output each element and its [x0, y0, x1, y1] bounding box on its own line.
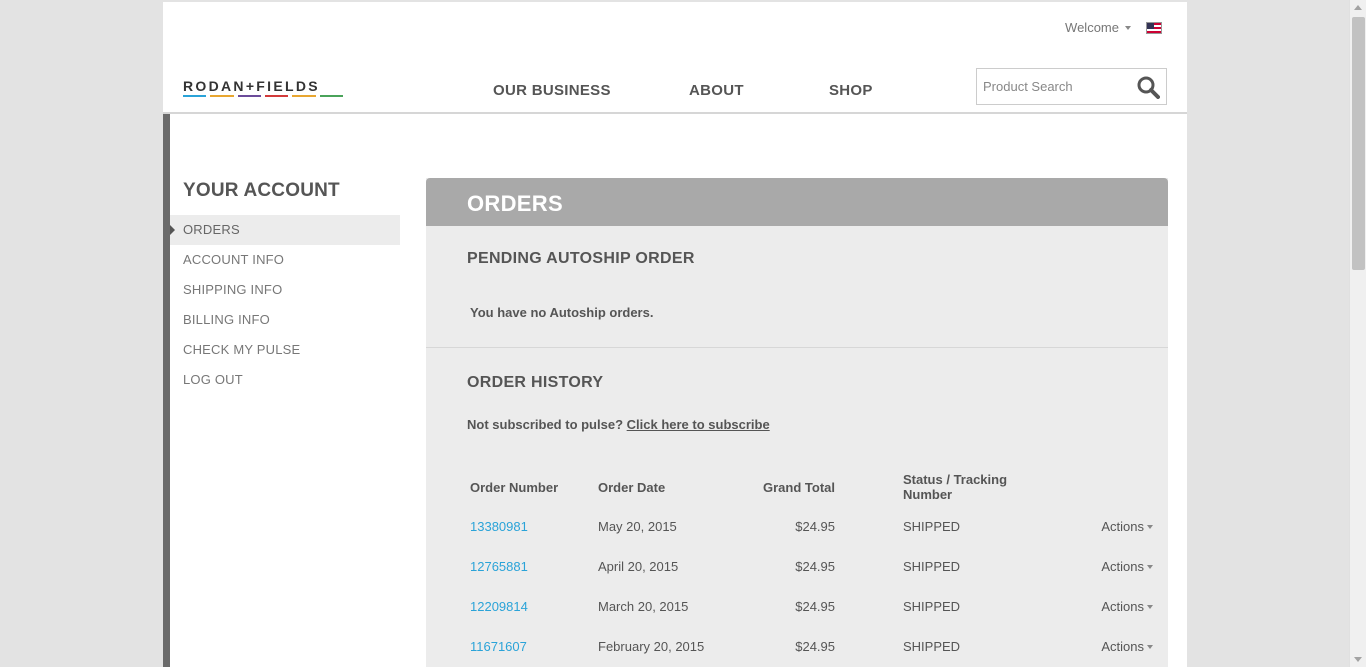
- grand-total-cell: $24.95: [795, 518, 835, 534]
- pending-autoship-title: PENDING AUTOSHIP ORDER: [467, 250, 695, 267]
- actions-dropdown[interactable]: Actions: [1030, 506, 1153, 546]
- nav-about[interactable]: ABOUT: [689, 82, 744, 99]
- table-row: 12765881 April 20, 2015 $24.95 SHIPPED A…: [467, 546, 1153, 586]
- sidebar-menu: ORDERS ACCOUNT INFO SHIPPING INFO BILLIN…: [170, 215, 400, 395]
- status-cell: SHIPPED: [903, 638, 961, 654]
- left-rail: [163, 114, 170, 667]
- sidebar-item-billing-info[interactable]: BILLING INFO: [170, 305, 400, 335]
- order-history-table: Order Number Order Date Grand Total Stat…: [467, 468, 1153, 666]
- page: Welcome RODAN+FIELDS OUR BUSINESS ABOUT …: [163, 2, 1187, 667]
- sidebar-item-shipping-info[interactable]: SHIPPING INFO: [170, 275, 400, 305]
- actions-label: Actions: [1101, 638, 1144, 654]
- table-row: 11671607 February 20, 2015 $24.95 SHIPPE…: [467, 626, 1153, 666]
- order-number-link[interactable]: 11671607: [470, 639, 527, 654]
- welcome-menu[interactable]: Welcome: [1065, 20, 1131, 35]
- vertical-scrollbar[interactable]: [1349, 0, 1366, 667]
- actions-dropdown[interactable]: Actions: [1030, 626, 1153, 666]
- sidebar-item-account-info[interactable]: ACCOUNT INFO: [170, 245, 400, 275]
- logo-bar: [264, 95, 289, 97]
- logo-bar: [183, 95, 207, 97]
- order-date-cell: May 20, 2015: [598, 518, 677, 534]
- sidebar-item-orders[interactable]: ORDERS: [170, 215, 400, 245]
- nav-shop[interactable]: SHOP: [829, 82, 873, 99]
- sidebar-title: YOUR ACCOUNT: [183, 180, 340, 201]
- orders-panel: ORDERS PENDING AUTOSHIP ORDER You have n…: [426, 178, 1168, 667]
- order-number-link[interactable]: 13380981: [470, 519, 528, 534]
- search-box: [976, 68, 1167, 105]
- table-row: 13380981 May 20, 2015 $24.95 SHIPPED Act…: [467, 506, 1153, 546]
- chevron-down-icon: [1147, 565, 1153, 570]
- actions-label: Actions: [1101, 598, 1144, 614]
- search-icon[interactable]: [1136, 75, 1160, 99]
- chevron-down-icon: [1147, 645, 1153, 650]
- chevron-down-icon: [1125, 25, 1131, 30]
- chevron-down-icon: [1147, 605, 1153, 610]
- order-history-title: ORDER HISTORY: [467, 374, 604, 391]
- logo-text: RODAN+FIELDS: [183, 78, 320, 94]
- actions-label: Actions: [1101, 518, 1144, 534]
- scroll-up-arrow-icon[interactable]: [1354, 5, 1362, 10]
- pulse-subscribe-note: Not subscribed to pulse? Click here to s…: [467, 417, 770, 432]
- us-flag-icon[interactable]: [1146, 22, 1162, 34]
- order-number-cell: 12209814: [467, 586, 595, 626]
- order-date-cell: April 20, 2015: [598, 558, 679, 574]
- col-order-number: Order Number: [470, 479, 559, 495]
- col-grand-total: Grand Total: [763, 479, 835, 495]
- actions-dropdown[interactable]: Actions: [1030, 586, 1153, 626]
- header-divider: [163, 112, 1187, 114]
- actions-label: Actions: [1101, 558, 1144, 574]
- col-order-date: Order Date: [598, 479, 666, 495]
- logo[interactable]: RODAN+FIELDS: [183, 78, 343, 97]
- sidebar-item-log-out[interactable]: LOG OUT: [170, 365, 400, 395]
- page-title: ORDERS: [426, 178, 1168, 226]
- actions-dropdown[interactable]: Actions: [1030, 546, 1153, 586]
- pending-autoship-message: You have no Autoship orders.: [470, 305, 654, 320]
- col-actions: [1030, 468, 1153, 506]
- pulse-text: Not subscribed to pulse?: [467, 417, 624, 432]
- search-input[interactable]: [977, 69, 1127, 104]
- pulse-subscribe-link[interactable]: Click here to subscribe: [627, 417, 770, 432]
- order-date-cell: March 20, 2015: [598, 598, 689, 614]
- sidebar-item-check-my-pulse[interactable]: CHECK MY PULSE: [170, 335, 400, 365]
- order-number-cell: 11671607: [467, 626, 595, 666]
- nav-our-business[interactable]: OUR BUSINESS: [493, 82, 611, 99]
- welcome-label: Welcome: [1065, 20, 1119, 35]
- grand-total-cell: $24.95: [795, 598, 835, 614]
- table-row: 12209814 March 20, 2015 $24.95 SHIPPED A…: [467, 586, 1153, 626]
- order-number-link[interactable]: 12209814: [470, 599, 528, 614]
- scroll-down-arrow-icon[interactable]: [1354, 657, 1362, 662]
- col-status: Status / Tracking Number: [903, 472, 1008, 502]
- grand-total-cell: $24.95: [795, 558, 835, 574]
- scroll-thumb[interactable]: [1352, 17, 1365, 270]
- logo-bar: [292, 95, 316, 97]
- order-number-cell: 13380981: [467, 506, 595, 546]
- logo-bar: [237, 95, 261, 97]
- logo-color-bars: [183, 95, 343, 97]
- status-cell: SHIPPED: [903, 518, 961, 534]
- logo-bar: [210, 95, 234, 97]
- chevron-down-icon: [1147, 525, 1153, 530]
- logo-bar: [319, 95, 343, 97]
- grand-total-cell: $24.95: [795, 638, 835, 654]
- table-header-row: Order Number Order Date Grand Total Stat…: [467, 468, 1153, 506]
- order-number-cell: 12765881: [467, 546, 595, 586]
- status-cell: SHIPPED: [903, 598, 961, 614]
- order-date-cell: February 20, 2015: [598, 638, 705, 654]
- status-cell: SHIPPED: [903, 558, 961, 574]
- section-divider: [426, 347, 1168, 348]
- order-number-link[interactable]: 12765881: [470, 559, 528, 574]
